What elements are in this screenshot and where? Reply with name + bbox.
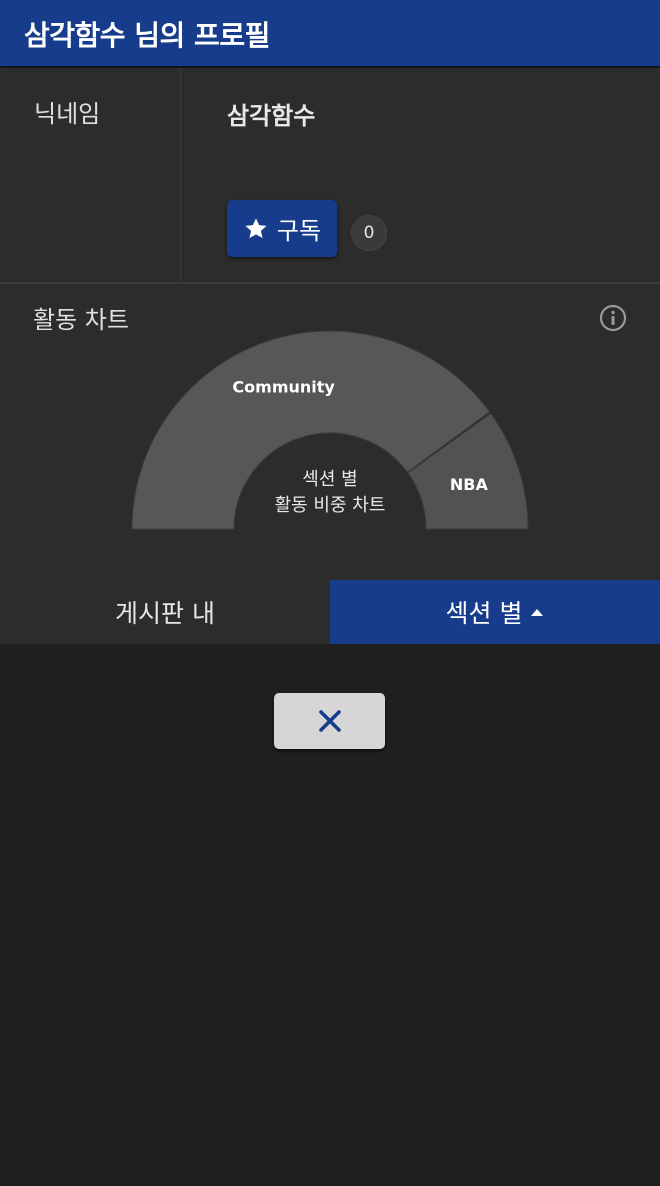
app-header: 삼각함수 님의 프로필 (0, 0, 660, 66)
nickname-label: 닉네임 (34, 100, 101, 128)
chart-center-label-line2: 활동 비중 차트 (275, 495, 386, 516)
donut-label-community: Community (232, 377, 335, 396)
close-icon (318, 710, 341, 732)
star-icon (245, 217, 267, 238)
donut-label-nba: NBA (450, 475, 489, 494)
activity-chart-panel: 활동 차트 Community NBA 섹션 별 활동 비중 차트 (0, 284, 660, 580)
tab-section-label: 섹션 별 (445, 599, 523, 628)
tab-board[interactable]: 게시판 내 (0, 580, 330, 644)
profile-panel: 닉네임 삼각함수 구독 0 (0, 68, 660, 282)
profile-label-column: 닉네임 (0, 68, 181, 282)
view-tabs: 게시판 내 섹션 별 (0, 580, 660, 644)
tab-board-label: 게시판 내 (115, 599, 215, 628)
subscriber-count-badge: 0 (351, 215, 387, 251)
chart-center-label-line1: 섹션 별 (302, 469, 357, 490)
tab-section[interactable]: 섹션 별 (330, 580, 660, 644)
nickname-value: 삼각함수 (227, 102, 316, 130)
subscribe-button[interactable]: 구독 (227, 200, 337, 257)
page-title: 삼각함수 님의 프로필 (24, 19, 270, 52)
subscribe-label: 구독 (276, 217, 322, 245)
close-button[interactable] (274, 693, 385, 749)
activity-donut-chart: Community NBA 섹션 별 활동 비중 차트 (131, 330, 529, 530)
caret-up-icon (531, 609, 544, 616)
